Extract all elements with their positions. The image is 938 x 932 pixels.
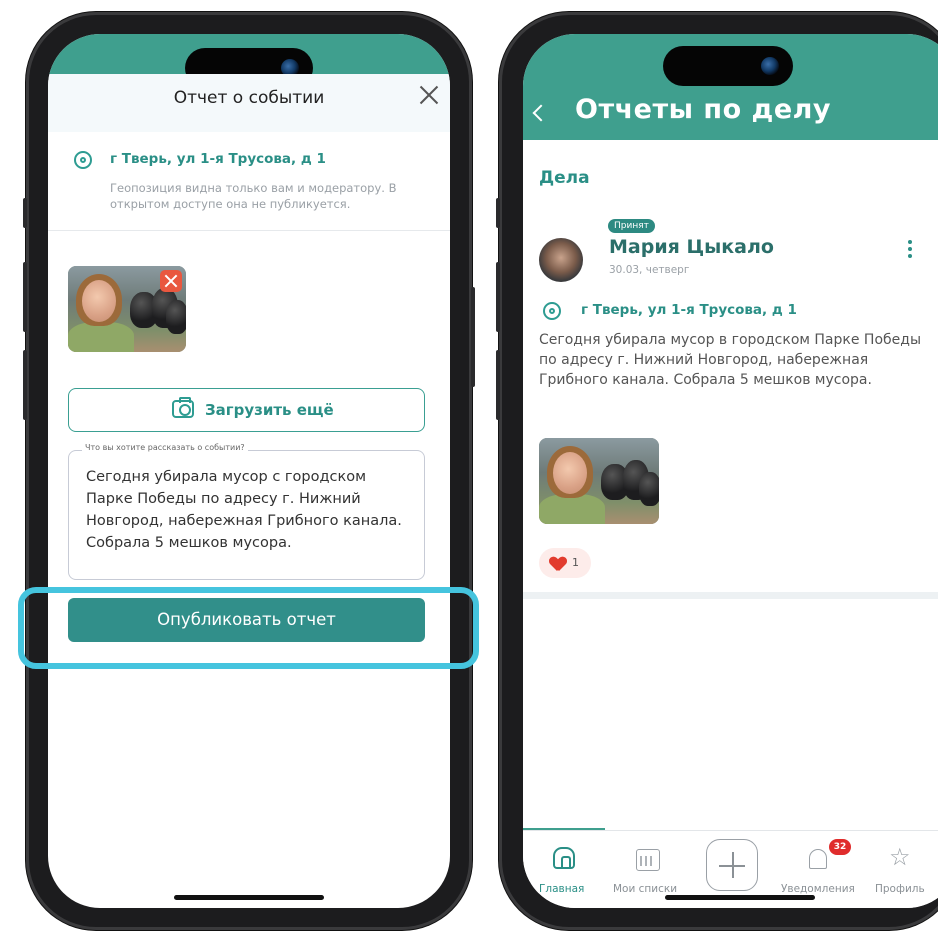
tab-home-label: Главная bbox=[539, 883, 585, 895]
like-button[interactable]: 1 bbox=[539, 548, 591, 578]
volume-up-button bbox=[496, 262, 500, 332]
post-photo[interactable] bbox=[539, 438, 659, 524]
tab-home[interactable]: Главная bbox=[523, 831, 603, 908]
star-icon: ☆ bbox=[889, 843, 911, 871]
trash-bag bbox=[639, 472, 659, 506]
upload-more-button[interactable]: Загрузить ещё bbox=[68, 388, 425, 432]
phone-left: Отчет о событии г Тверь, ул 1-я Трусова,… bbox=[23, 12, 475, 930]
power-button bbox=[471, 287, 475, 387]
camera-icon bbox=[172, 397, 194, 418]
volume-up-button bbox=[23, 262, 27, 332]
heart-icon bbox=[550, 557, 566, 571]
tab-profile-label: Профиль bbox=[875, 883, 925, 895]
geo-note: Геопозиция видна только вам и модератору… bbox=[110, 181, 397, 211]
home-icon bbox=[553, 847, 575, 869]
more-options-icon[interactable] bbox=[907, 240, 913, 262]
dynamic-island bbox=[663, 46, 793, 86]
calendar-icon bbox=[636, 849, 660, 871]
person-jacket bbox=[539, 494, 605, 524]
post-text: Сегодня убирала мусор в городском Парке … bbox=[539, 332, 921, 388]
divider bbox=[48, 230, 450, 231]
phone-right: Отчеты по делу Дела Принят Мария Цыкало … bbox=[496, 12, 938, 930]
volume-down-button bbox=[23, 350, 27, 420]
publish-button-highlight bbox=[18, 587, 479, 669]
author-name[interactable]: Мария Цыкало bbox=[609, 236, 774, 258]
close-icon[interactable] bbox=[418, 84, 440, 106]
upload-more-label: Загрузить ещё bbox=[205, 401, 334, 419]
camera-icon bbox=[761, 57, 779, 75]
textarea-value[interactable]: Сегодня убирала мусор с городском Парке … bbox=[86, 466, 406, 554]
bell-icon bbox=[809, 849, 827, 869]
like-count: 1 bbox=[572, 556, 579, 569]
section-title: Дела bbox=[539, 168, 590, 188]
page-title: Отчеты по делу bbox=[575, 94, 832, 125]
person-jacket bbox=[68, 322, 134, 352]
location-pin-icon bbox=[543, 302, 561, 320]
page-title: Отчет о событии bbox=[173, 88, 325, 108]
tab-my-lists-label: Мои списки bbox=[613, 883, 678, 895]
tab-notifications-label: Уведомления bbox=[781, 883, 855, 895]
report-form-screen: Отчет о событии г Тверь, ул 1-я Трусова,… bbox=[48, 34, 450, 908]
mute-switch bbox=[496, 198, 500, 228]
location-pin-icon bbox=[74, 151, 92, 169]
mute-switch bbox=[23, 198, 27, 228]
delete-photo-button[interactable] bbox=[160, 270, 182, 292]
avatar[interactable] bbox=[539, 238, 583, 282]
divider bbox=[523, 592, 938, 599]
reports-screen: Отчеты по делу Дела Принят Мария Цыкало … bbox=[523, 34, 938, 908]
person-face bbox=[553, 452, 587, 494]
home-indicator bbox=[174, 895, 324, 900]
stage: Отчет о событии г Тверь, ул 1-я Трусова,… bbox=[0, 0, 938, 932]
home-indicator bbox=[665, 895, 815, 900]
address-text: г Тверь, ул 1-я Трусова, д 1 bbox=[581, 302, 797, 318]
post-date: 30.03, четверг bbox=[609, 264, 690, 276]
notifications-badge: 32 bbox=[829, 839, 851, 855]
kebab-dot bbox=[908, 247, 912, 251]
kebab-dot bbox=[908, 254, 912, 258]
add-button[interactable] bbox=[706, 839, 758, 891]
address-text: г Тверь, ул 1-я Трусова, д 1 bbox=[110, 151, 326, 167]
tab-profile[interactable]: ☆ Профиль bbox=[875, 831, 938, 908]
trash-bag bbox=[166, 300, 186, 334]
uploaded-photo[interactable] bbox=[68, 266, 186, 352]
volume-down-button bbox=[496, 350, 500, 420]
person-face bbox=[82, 280, 116, 322]
kebab-dot bbox=[908, 240, 912, 244]
textarea-label: Что вы хотите рассказать о событии? bbox=[82, 443, 248, 452]
status-badge: Принят bbox=[608, 219, 655, 233]
